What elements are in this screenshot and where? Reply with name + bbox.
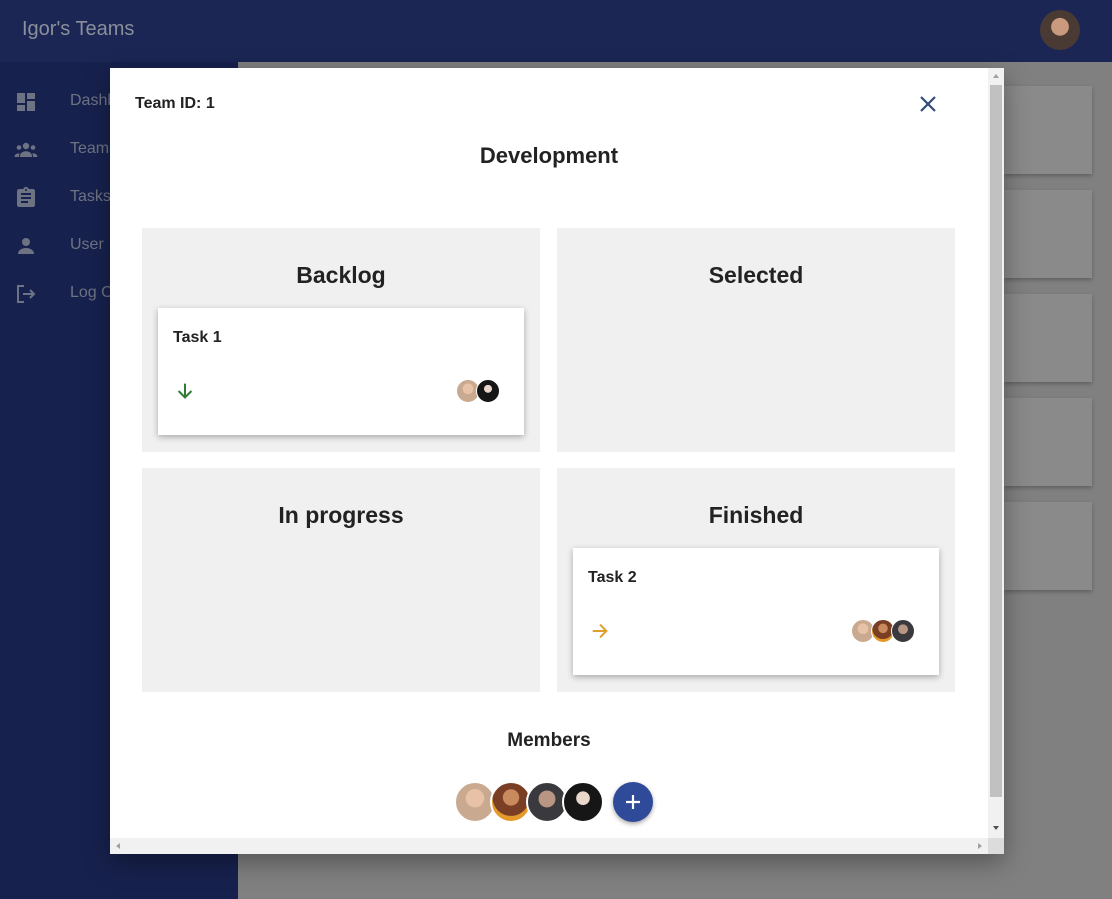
team-name: Development [479, 143, 619, 168]
column-title: In progress [278, 502, 404, 528]
background-card [1004, 502, 1092, 590]
arrow-down-icon [177, 383, 193, 399]
add-member-button[interactable] [613, 782, 653, 822]
plus-icon [626, 795, 640, 809]
column-backlog: Backlog Task 1 [142, 228, 540, 452]
vertical-scrollbar[interactable] [988, 68, 1004, 838]
logout-icon [17, 285, 36, 303]
scrollbar-thumb[interactable] [990, 85, 1002, 797]
members-list [454, 781, 604, 823]
person-icon [18, 238, 34, 254]
app-title: Igor's Teams [22, 18, 135, 40]
column-in-progress: In progress [142, 468, 540, 692]
scroll-left-icon[interactable] [110, 838, 126, 854]
horizontal-scrollbar[interactable] [110, 838, 988, 854]
dashboard-icon [17, 93, 35, 111]
column-title: Finished [708, 502, 804, 528]
task-assignees [851, 619, 915, 643]
close-icon[interactable] [916, 92, 940, 116]
people-icon [14, 142, 38, 157]
arrow-right-icon [592, 623, 608, 639]
background-card [1004, 190, 1092, 278]
column-title: Backlog [296, 262, 386, 288]
user-avatar[interactable] [1040, 10, 1080, 50]
scroll-right-icon[interactable] [972, 838, 988, 854]
team-id-label: Team ID: 1 [135, 95, 215, 112]
assignee-avatar[interactable] [476, 379, 500, 403]
clipboard-icon [17, 187, 35, 207]
background-card [1004, 86, 1092, 174]
member-avatar[interactable] [562, 781, 604, 823]
app-bar: Igor's Teams [0, 0, 1112, 62]
task-card[interactable]: Task 1 [158, 308, 524, 435]
scroll-up-icon[interactable] [988, 68, 1004, 84]
assignee-avatar[interactable] [891, 619, 915, 643]
members-title: Members [507, 730, 591, 751]
sidebar-item-label: Tasks [70, 188, 111, 205]
task-card[interactable]: Task 2 [573, 548, 939, 675]
scroll-down-icon[interactable] [988, 820, 1004, 836]
sidebar-item-label: User [70, 236, 104, 253]
team-dialog: Team ID: 1 Development Backlog Task 1 Se… [110, 68, 1004, 854]
task-title: Task 1 [173, 329, 222, 346]
background-card [1004, 398, 1092, 486]
column-title: Selected [708, 262, 804, 288]
column-selected: Selected [557, 228, 955, 452]
column-finished: Finished Task 2 [557, 468, 955, 692]
task-assignees [456, 379, 500, 403]
scrollbar-corner [988, 838, 1004, 854]
task-title: Task 2 [588, 569, 637, 586]
background-card [1004, 294, 1092, 382]
